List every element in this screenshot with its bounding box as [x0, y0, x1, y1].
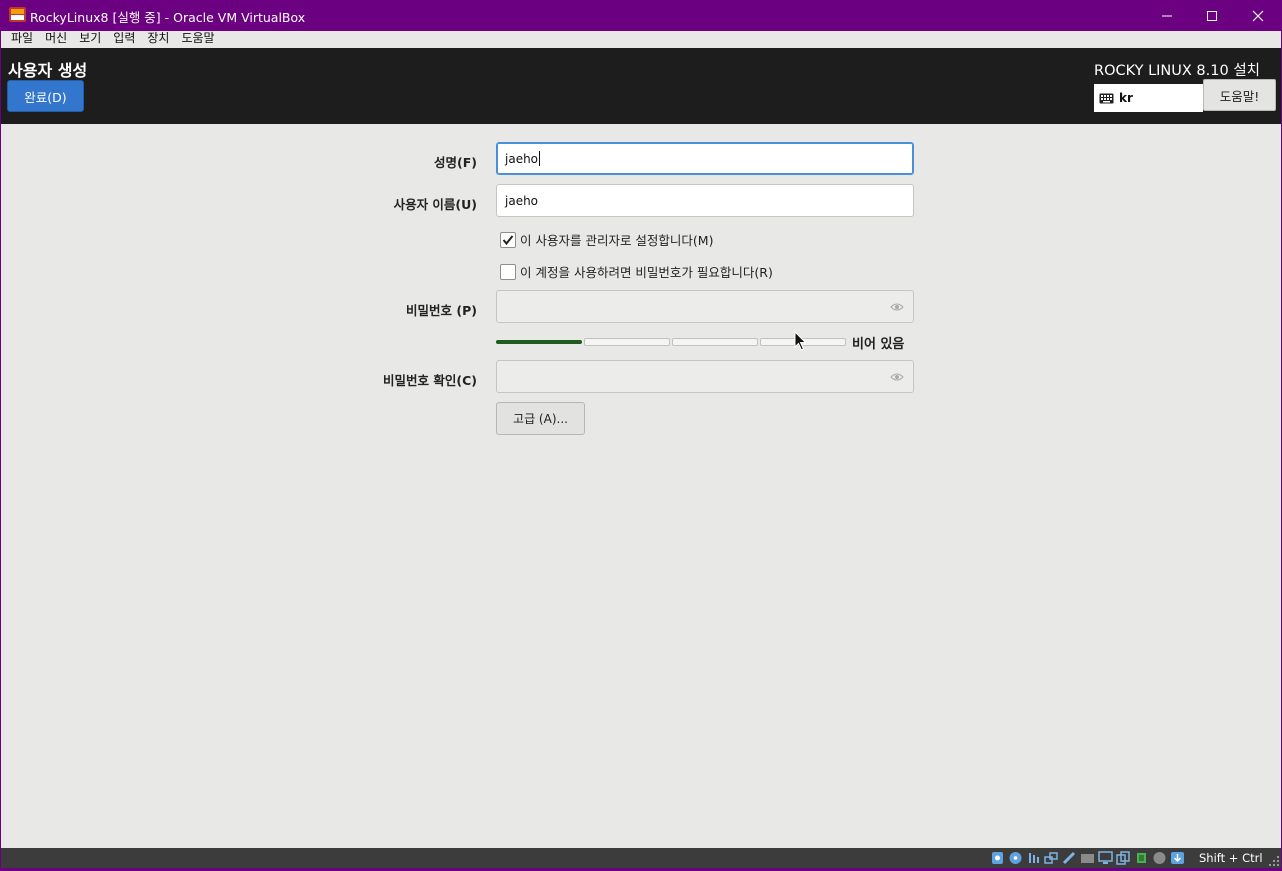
maximize-icon — [1207, 10, 1217, 21]
host-key-label: Shift + Ctrl — [1199, 851, 1263, 865]
fullname-input[interactable]: jaeho — [496, 142, 914, 175]
hard-disk-icon[interactable] — [990, 851, 1005, 865]
strength-segment-2 — [584, 338, 670, 346]
mouse-integration-icon[interactable] — [1152, 851, 1167, 865]
host-key-icon[interactable] — [1170, 851, 1185, 865]
menu-devices[interactable]: 장치 — [141, 31, 175, 48]
username-value: jaeho — [505, 193, 539, 208]
create-user-form: 성명(F) jaeho 사용자 이름(U) jaeho 이 사용자를 관리자로 … — [1, 124, 1281, 848]
resize-grip-icon[interactable] — [1269, 856, 1279, 866]
password-strength-text: 비어 있음 — [852, 337, 905, 352]
require-password-label: 이 계정을 사용하려면 비밀번호가 필요합니다(R) — [520, 265, 773, 280]
window-title: RockyLinux8 [실행 중] - Oracle VM VirtualBo… — [30, 10, 306, 25]
menu-view[interactable]: 보기 — [73, 31, 107, 48]
admin-checkbox-label: 이 사용자를 관리자로 설정합니다(M) — [520, 233, 714, 248]
optical-drive-icon[interactable] — [1008, 851, 1023, 865]
confirm-password-label: 비밀번호 확인(C) — [383, 373, 477, 388]
fullname-value: jaeho — [505, 151, 539, 166]
done-button[interactable]: 완료(D) — [7, 80, 84, 112]
require-password-checkbox[interactable] — [500, 263, 516, 280]
admin-checkbox-row[interactable]: 이 사용자를 관리자로 설정합니다(M) — [500, 230, 713, 249]
menu-help[interactable]: 도움말 — [175, 31, 220, 48]
installer-header: 사용자 생성 완료(D) ROCKY LINUX 8.10 설치 kr 도움말! — [1, 48, 1281, 124]
menu-machine[interactable]: 머신 — [39, 31, 73, 48]
video-capture-icon[interactable] — [1116, 851, 1131, 865]
checkmark-icon — [502, 234, 514, 245]
display-icon[interactable] — [1098, 851, 1113, 865]
virtualbox-app-icon — [9, 7, 26, 22]
confirm-password-input[interactable] — [496, 360, 914, 393]
strength-segment-1 — [496, 340, 582, 344]
menu-file[interactable]: 파일 — [1, 31, 39, 48]
network-icon[interactable] — [1044, 851, 1059, 865]
close-button[interactable] — [1235, 0, 1281, 31]
keyboard-layout-indicator[interactable]: kr — [1094, 84, 1203, 112]
menu-input[interactable]: 입력 — [107, 31, 141, 48]
help-button[interactable]: 도움말! — [1203, 79, 1276, 111]
password-input[interactable] — [496, 290, 914, 323]
advanced-button[interactable]: 고급 (A)... — [496, 402, 585, 435]
maximize-button[interactable] — [1189, 0, 1235, 31]
install-title: ROCKY LINUX 8.10 설치 — [1094, 63, 1261, 79]
keyboard-icon — [1099, 93, 1114, 103]
minimize-button[interactable] — [1144, 0, 1190, 31]
window-titlebar: RockyLinux8 [실행 중] - Oracle VM VirtualBo… — [0, 0, 1282, 31]
password-label: 비밀번호 (P) — [406, 303, 477, 318]
username-input[interactable]: jaeho — [496, 184, 914, 217]
strength-segment-3 — [672, 338, 758, 346]
cpu-icon[interactable] — [1134, 851, 1149, 865]
shared-folders-icon[interactable] — [1080, 851, 1095, 865]
menu-bar: 파일 머신 보기 입력 장치 도움말 — [1, 31, 1281, 48]
usb-icon[interactable] — [1062, 851, 1077, 865]
admin-checkbox[interactable] — [500, 231, 516, 248]
page-title: 사용자 생성 — [8, 61, 88, 80]
mouse-cursor-icon — [794, 331, 807, 351]
keyboard-layout-label: kr — [1119, 91, 1133, 105]
close-icon — [1252, 10, 1264, 21]
show-confirm-password-eye-icon[interactable] — [890, 371, 904, 383]
audio-icon[interactable] — [1026, 851, 1041, 865]
text-caret — [539, 151, 541, 166]
fullname-label: 성명(F) — [434, 155, 477, 170]
username-label: 사용자 이름(U) — [393, 197, 477, 212]
vm-statusbar: Shift + Ctrl — [1, 848, 1281, 868]
show-password-eye-icon[interactable] — [890, 301, 904, 313]
status-icons — [990, 851, 1185, 865]
require-password-checkbox-row[interactable]: 이 계정을 사용하려면 비밀번호가 필요합니다(R) — [500, 262, 773, 281]
minimize-icon — [1162, 15, 1172, 16]
